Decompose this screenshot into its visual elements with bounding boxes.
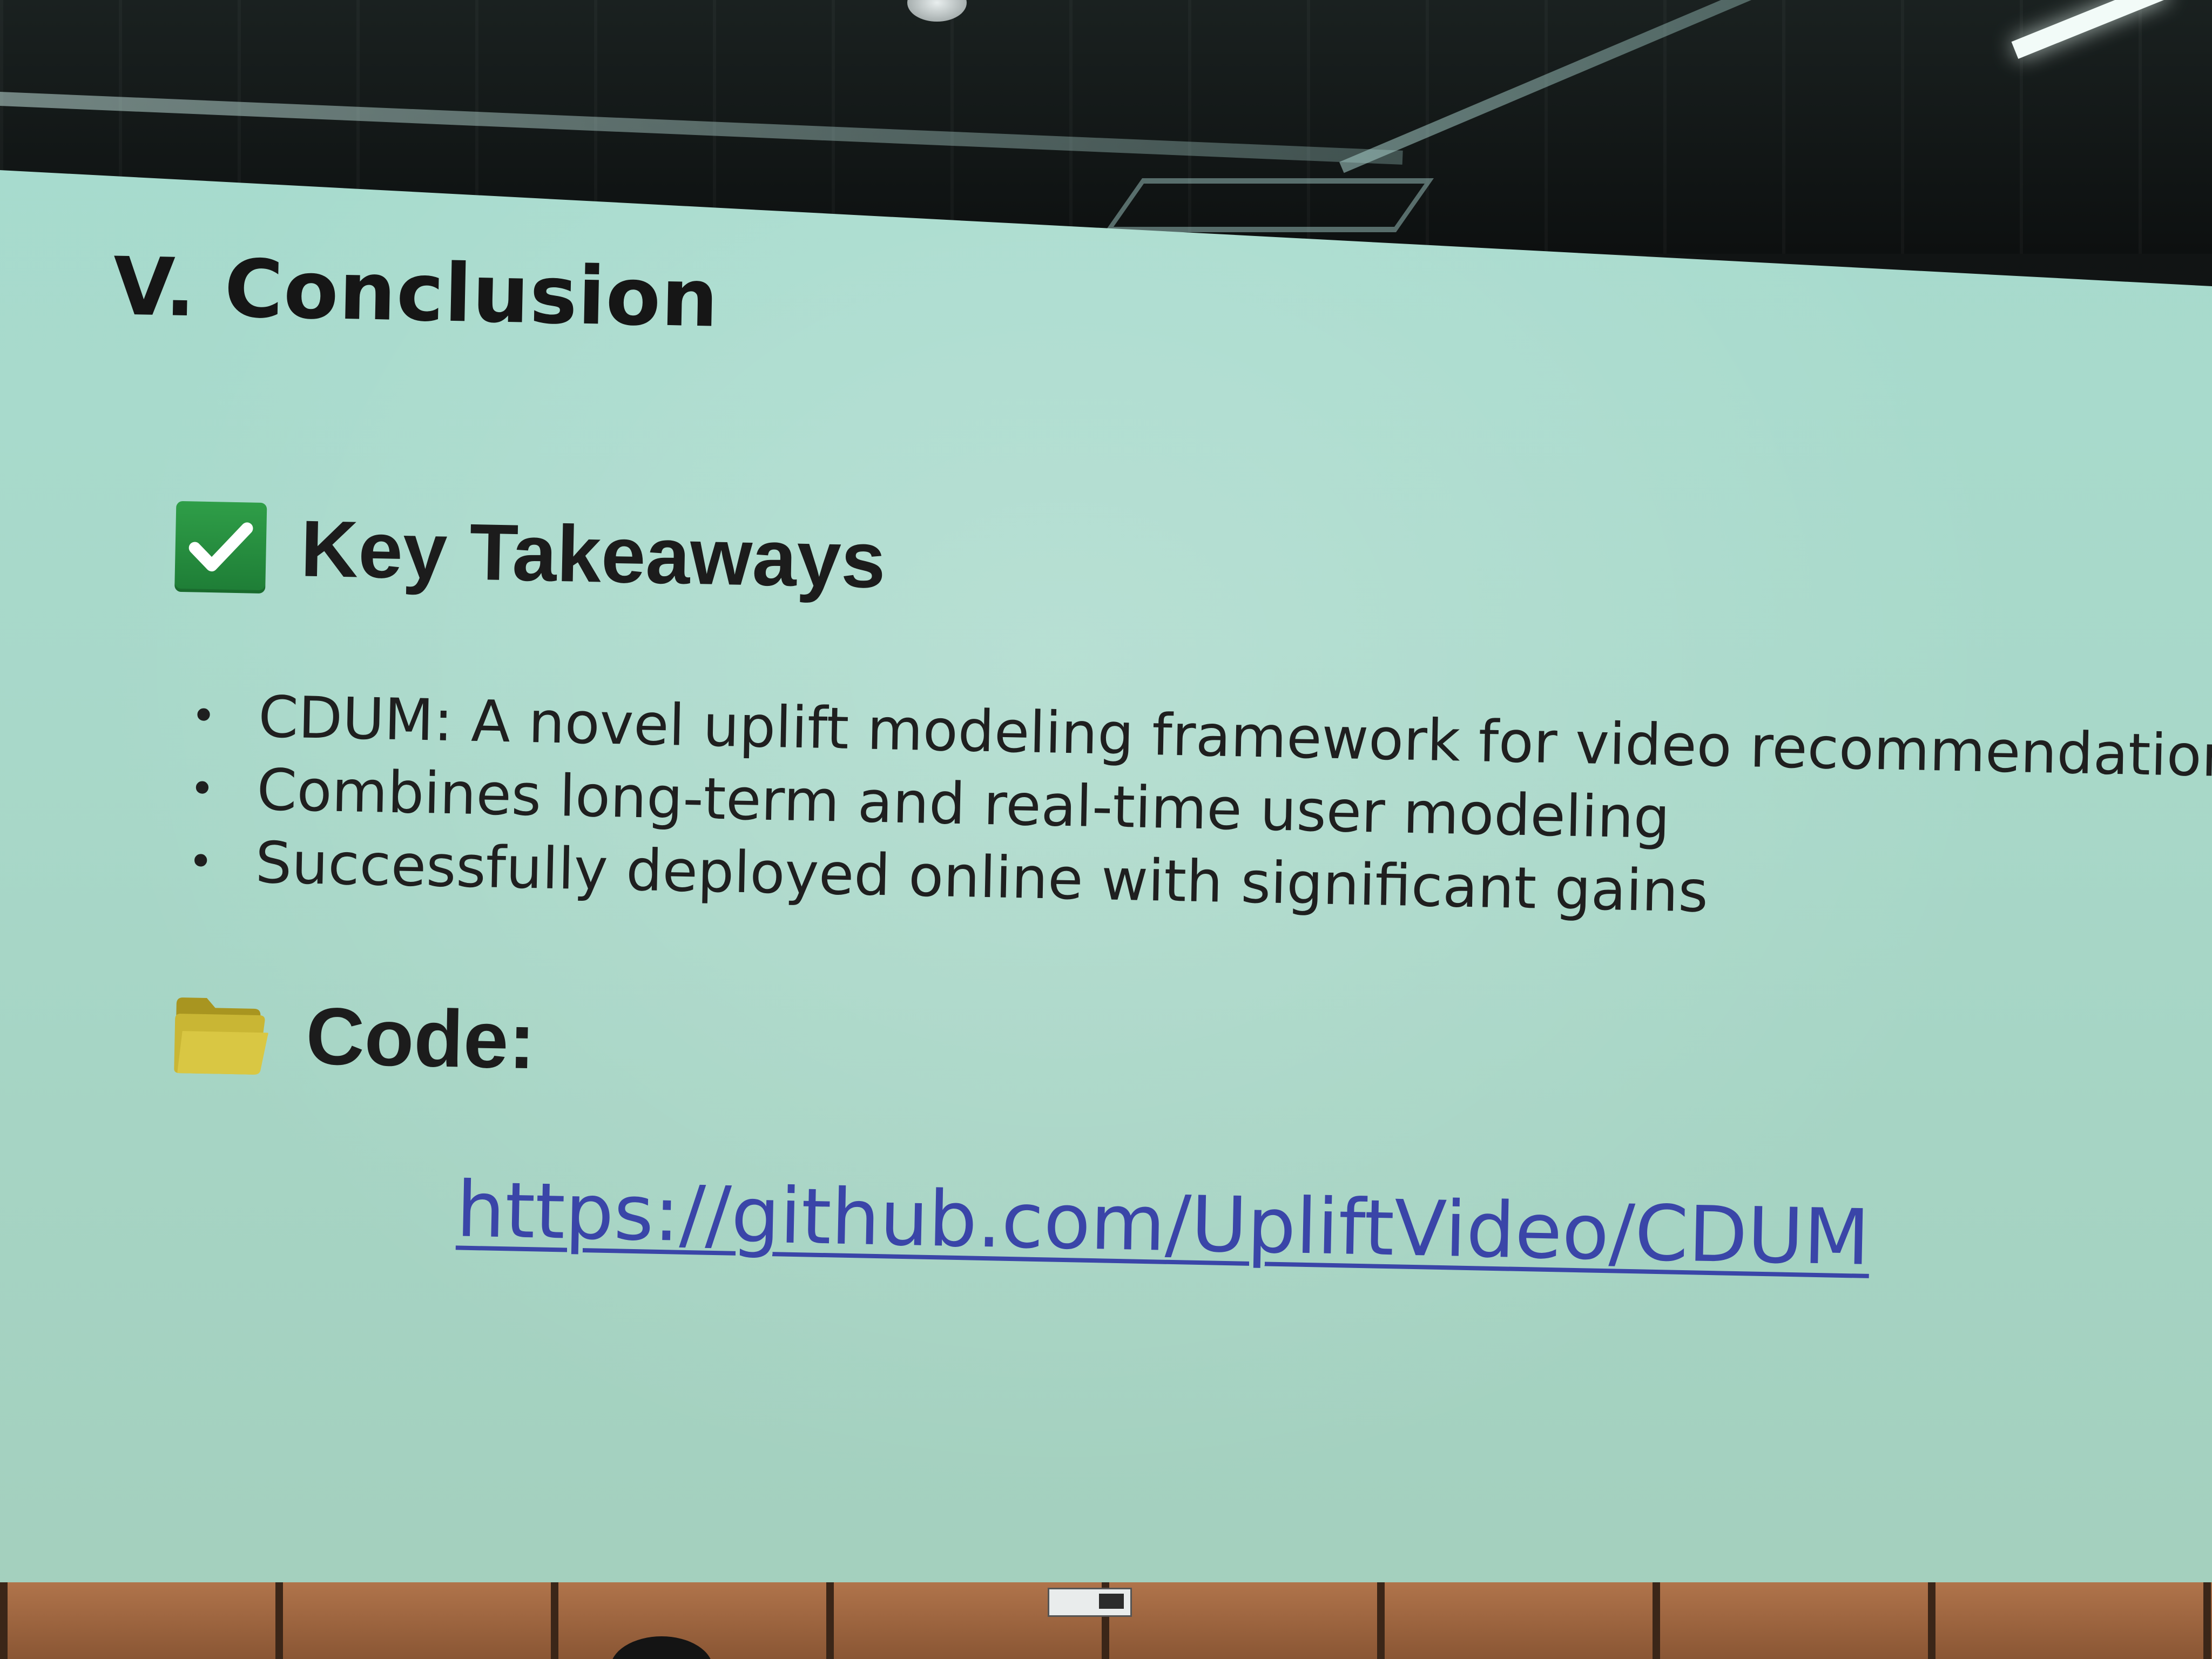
code-section: Code: [172,987,536,1087]
code-heading: Code: [305,990,537,1086]
key-takeaways-heading: Key Takeaways [300,504,887,605]
key-takeaways-section: Key Takeaways [174,501,887,606]
lecture-hall-photo: V. Conclusion Key Takeaways CDUM: A nove… [0,0,2212,1659]
slide-title: V. Conclusion [112,240,720,345]
github-link[interactable]: https://github.com/UpliftVideo/CDUM [456,1165,1871,1282]
folder-icon [172,993,269,1076]
slide-content: V. Conclusion Key Takeaways CDUM: A nove… [0,0,2212,1659]
takeaways-list: CDUM: A novel uplift modeling framework … [187,679,2212,939]
checkbox-checked-icon [174,501,267,594]
